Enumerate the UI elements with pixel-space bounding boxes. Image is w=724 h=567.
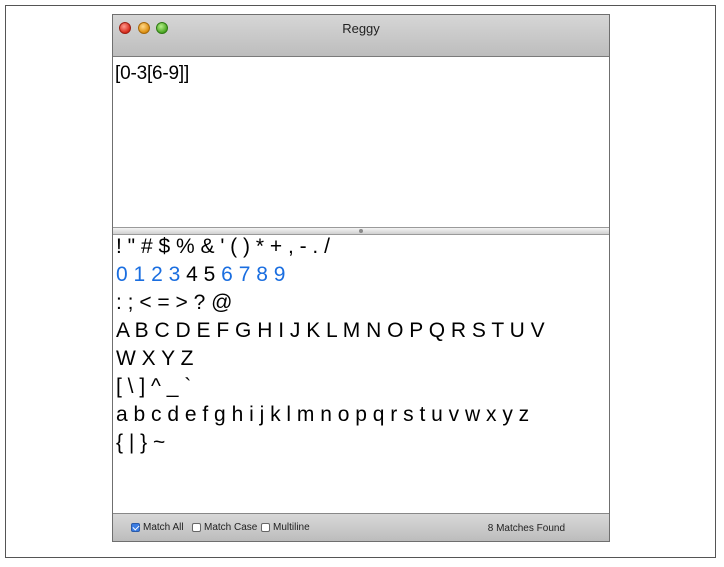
match-case-option[interactable]: Match Case (192, 522, 257, 533)
matched-text: 9 (273, 263, 286, 286)
match-all-label: Match All (143, 522, 184, 533)
regex-input-pane[interactable]: [0-3[6-9]] (113, 57, 609, 227)
matched-text: 6 (221, 263, 233, 286)
test-text-pane[interactable]: ! " # $ % & ' ( ) * + , - . / 0 1 2 3 4 … (113, 235, 609, 515)
test-text-segment: a b c d e f g h i j k l m n o p q r s t … (116, 403, 530, 426)
matched-text: 1 (133, 263, 146, 286)
pane-splitter[interactable] (113, 227, 609, 235)
test-text-segment: { | } ~ (116, 431, 166, 454)
test-line-brackets: [ \ ] ^ _ ` (116, 375, 191, 399)
multiline-label: Multiline (273, 522, 310, 533)
matched-text: 8 (256, 263, 268, 286)
matched-text: 3 (168, 263, 181, 286)
window-title: Reggy (342, 21, 380, 36)
test-text-segment: W X Y Z (116, 347, 194, 370)
status-bar: Match All Match Case Multiline 8 Matches… (113, 513, 609, 541)
regex-pattern-text[interactable]: [0-3[6-9]] (115, 63, 189, 85)
test-line-lowercase: a b c d e f g h i j k l m n o p q r s t … (116, 403, 529, 427)
title-bar[interactable]: Reggy (113, 15, 609, 57)
test-text-segment: ! " # $ % & ' ( ) * + , - . / (116, 235, 330, 258)
matched-text: 7 (238, 263, 251, 286)
test-text-segment: 4 5 (180, 263, 222, 286)
test-text-segment: : ; < = > ? @ (116, 291, 233, 314)
test-line-uppercase-1: A B C D E F G H I J K L M N O P Q R S T … (116, 319, 545, 343)
multiline-checkbox[interactable] (261, 523, 270, 532)
splitter-grip-icon (359, 229, 363, 233)
test-line-braces: { | } ~ (116, 431, 165, 455)
test-text-segment: A B C D E F G H I J K L M N O P Q R S T … (116, 319, 545, 342)
match-all-checkbox[interactable] (131, 523, 140, 532)
matched-text: 2 (151, 263, 163, 286)
multiline-option[interactable]: Multiline (261, 522, 310, 533)
test-text-segment: [ \ ] ^ _ ` (116, 375, 192, 398)
test-line-punctuation: ! " # $ % & ' ( ) * + , - . / (116, 235, 330, 259)
matched-text: 0 (116, 263, 128, 286)
match-count-text: 8 Matches Found (487, 523, 565, 534)
reggy-window: Reggy [0-3[6-9]] ! " # $ % & ' ( ) * + ,… (112, 14, 610, 542)
test-line-uppercase-2: W X Y Z (116, 347, 193, 371)
match-case-checkbox[interactable] (192, 523, 201, 532)
match-all-option[interactable]: Match All (131, 522, 184, 533)
test-line-digits: 0 1 2 3 4 5 6 7 8 9 (116, 263, 285, 287)
test-line-symbols: : ; < = > ? @ (116, 291, 232, 315)
match-case-label: Match Case (204, 522, 258, 533)
